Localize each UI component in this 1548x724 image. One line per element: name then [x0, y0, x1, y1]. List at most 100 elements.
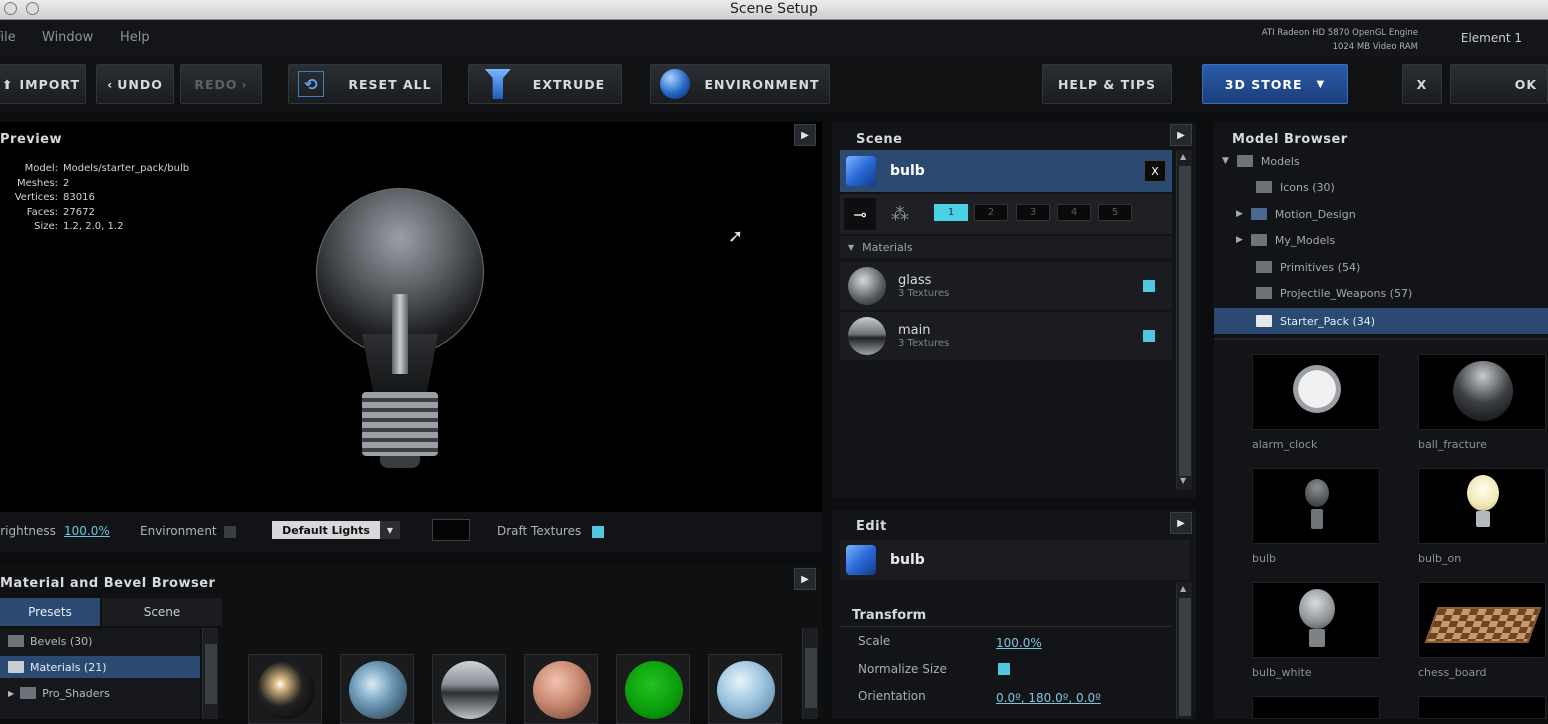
- group-slot-2[interactable]: 2: [974, 204, 1008, 221]
- scene-scrollbar[interactable]: ▲ ▼: [1176, 150, 1192, 490]
- folder-icon: [8, 661, 24, 673]
- undo-button[interactable]: ‹ UNDO: [96, 64, 174, 104]
- title-bar: Scene Setup: [0, 0, 1548, 20]
- material-grid-scrollbar[interactable]: [802, 628, 818, 719]
- group-slot-3[interactable]: 3: [1016, 204, 1050, 221]
- edit-expand-icon[interactable]: ▶: [1170, 512, 1192, 534]
- tree-item-icons[interactable]: Icons (30): [1256, 174, 1335, 200]
- folder-pro-shaders[interactable]: ▶ Pro_Shaders: [8, 682, 110, 704]
- bulb-model-render[interactable]: [300, 184, 500, 474]
- menu-file[interactable]: File: [0, 30, 16, 45]
- reset-all-button[interactable]: ⟲ RESET ALL: [288, 64, 442, 104]
- group-slot-1[interactable]: 1: [934, 204, 968, 221]
- draft-textures-checkbox[interactable]: [592, 526, 604, 538]
- material-preset-thumb[interactable]: [708, 654, 782, 724]
- material-browser-title: Material and Bevel Browser: [0, 576, 216, 591]
- folder-list-scrollbar[interactable]: [202, 628, 218, 719]
- toolbar: ⬆ IMPORT ‹ UNDO REDO › ⟲ RESET ALL EXTRU…: [0, 56, 1548, 112]
- preview-options-bar: Brightness 100.0% Environment Default Li…: [0, 512, 822, 552]
- materials-section-header[interactable]: ▼ Materials: [840, 236, 1172, 258]
- scroll-up-icon[interactable]: ▲: [1180, 152, 1186, 161]
- group-slot-4[interactable]: 4: [1057, 204, 1091, 221]
- scale-value[interactable]: 100.0%: [996, 636, 1042, 650]
- ok-button[interactable]: OK: [1450, 64, 1548, 104]
- scene-object-row[interactable]: bulb X: [840, 150, 1172, 192]
- folder-materials[interactable]: Materials (21): [0, 656, 200, 678]
- folder-icon: [1256, 261, 1272, 273]
- material-row-glass[interactable]: glass 3 Textures: [840, 262, 1172, 310]
- material-preset-thumb[interactable]: [616, 654, 690, 724]
- background-color-swatch[interactable]: [432, 519, 470, 541]
- gpu-vram: 1024 MB Video RAM: [1332, 42, 1418, 52]
- remove-object-button[interactable]: X: [1144, 160, 1166, 182]
- folder-bevels[interactable]: Bevels (30): [8, 630, 92, 652]
- alarm-clock-icon: [1293, 365, 1341, 413]
- material-preset-thumb[interactable]: [248, 654, 322, 724]
- material-preset-thumb[interactable]: [340, 654, 414, 724]
- scene-expand-icon[interactable]: ▶: [1170, 124, 1192, 146]
- tab-scene[interactable]: Scene: [102, 598, 222, 626]
- menu-bar: File Window Help ATI Radeon HD 5870 Open…: [0, 20, 1548, 56]
- lights-dropdown[interactable]: Default Lights ▼: [272, 521, 400, 539]
- cancel-button[interactable]: X: [1402, 64, 1442, 104]
- model-thumb-bulb-white[interactable]: [1252, 582, 1380, 658]
- tab-presets[interactable]: Presets: [0, 598, 100, 626]
- mesh-count: 2: [63, 177, 70, 189]
- tree-item-models[interactable]: ▼ Models: [1222, 148, 1300, 174]
- tree-item-starter-pack[interactable]: Starter_Pack (34): [1214, 308, 1548, 334]
- model-thumb-bulb[interactable]: [1252, 468, 1380, 544]
- model-thumb-ball-fracture[interactable]: [1418, 354, 1546, 430]
- material-browser-expand-icon[interactable]: ▶: [794, 568, 816, 590]
- model-info-labels: Model: Meshes: Vertices: Faces: Size:: [14, 163, 58, 232]
- environment-button[interactable]: ENVIRONMENT: [650, 64, 830, 104]
- model-label: ball_fracture: [1418, 438, 1487, 451]
- material-preset-thumb[interactable]: [524, 654, 598, 724]
- model-thumb-partial[interactable]: [1252, 696, 1380, 719]
- model-thumb-alarm-clock[interactable]: [1252, 354, 1380, 430]
- material-texture-count: 3 Textures: [898, 338, 950, 349]
- globe-icon: [660, 69, 691, 99]
- preview-expand-icon[interactable]: ▶: [794, 124, 816, 146]
- normalize-size-label: Normalize Size: [858, 662, 947, 676]
- import-button[interactable]: ⬆ IMPORT: [0, 64, 86, 104]
- material-visible-checkbox[interactable]: [1143, 280, 1155, 292]
- 3d-store-button[interactable]: 3D STORE ▼: [1202, 64, 1348, 104]
- hierarchy-icon[interactable]: ⊸: [844, 198, 876, 230]
- environment-checkbox[interactable]: [224, 526, 236, 538]
- tree-item-motion-design[interactable]: ▶ Motion_Design: [1236, 201, 1356, 227]
- folder-icon: [1256, 315, 1272, 327]
- material-visible-checkbox[interactable]: [1143, 330, 1155, 342]
- environment-label: Environment: [140, 524, 217, 538]
- group-slot-5[interactable]: 5: [1098, 204, 1132, 221]
- minimize-window-icon[interactable]: [26, 2, 39, 15]
- edit-scrollbar[interactable]: ▲: [1176, 582, 1192, 719]
- menu-help[interactable]: Help: [120, 30, 150, 45]
- extrude-button[interactable]: EXTRUDE: [468, 64, 622, 104]
- model-thumb-chess-board[interactable]: [1418, 582, 1546, 658]
- normalize-size-checkbox[interactable]: [998, 663, 1010, 675]
- redo-button[interactable]: REDO ›: [180, 64, 262, 104]
- material-name: glass: [898, 273, 932, 288]
- material-row-main[interactable]: main 3 Textures: [840, 312, 1172, 360]
- material-preset-thumb[interactable]: [432, 654, 506, 724]
- close-window-icon[interactable]: [4, 2, 17, 15]
- model-thumb-bulb-on[interactable]: [1418, 468, 1546, 544]
- menu-window[interactable]: Window: [42, 30, 93, 45]
- glass-material-sphere: [848, 267, 886, 305]
- cube-icon: [846, 545, 876, 575]
- brightness-value[interactable]: 100.0%: [64, 524, 110, 538]
- help-tips-button[interactable]: HELP & TIPS: [1042, 64, 1172, 104]
- preview-panel[interactable]: Preview ▶ Model: Meshes: Vertices: Faces…: [0, 122, 822, 512]
- scroll-down-icon[interactable]: ▼: [1180, 476, 1186, 485]
- scroll-up-icon[interactable]: ▲: [1180, 584, 1186, 593]
- model-thumb-partial[interactable]: [1418, 696, 1546, 719]
- folder-icon: [8, 635, 24, 647]
- tree-item-primitives[interactable]: Primitives (54): [1256, 254, 1360, 280]
- model-browser-panel: Model Browser ▼ Models Icons (30) ▶ Motion…: [1214, 122, 1548, 719]
- model-browser-title: Model Browser: [1232, 132, 1348, 147]
- orientation-value[interactable]: 0.0º, 180.0º, 0.0º: [996, 691, 1101, 705]
- scale-label: Scale: [858, 634, 891, 648]
- particles-icon[interactable]: ⁂: [884, 198, 916, 230]
- tree-item-projectile-weapons[interactable]: Projectile_Weapons (57): [1256, 280, 1412, 306]
- tree-item-my-models[interactable]: ▶ My_Models: [1236, 227, 1335, 253]
